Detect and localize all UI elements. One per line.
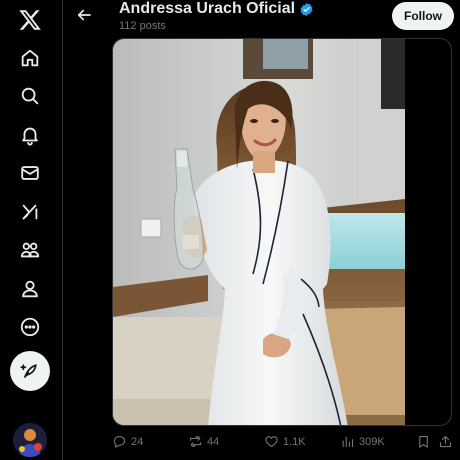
- heart-icon: [265, 436, 278, 448]
- search-icon[interactable]: [11, 77, 49, 115]
- reply-action[interactable]: 24: [112, 434, 143, 449]
- post-icon[interactable]: [10, 351, 50, 391]
- avatar[interactable]: [13, 423, 47, 457]
- share-icon: [439, 435, 452, 448]
- reply-icon: [113, 435, 126, 448]
- home-icon[interactable]: [11, 39, 49, 77]
- nav-divider: [62, 0, 63, 460]
- post-header: Andressa Urach Oficial 112 posts Follow: [63, 0, 460, 36]
- messages-icon[interactable]: [11, 154, 49, 192]
- verified-badge-icon: [300, 2, 313, 16]
- reply-count: 24: [131, 435, 144, 448]
- bookmark-icon: [419, 435, 428, 448]
- communities-icon[interactable]: [11, 231, 49, 269]
- bookmark-action[interactable]: [416, 434, 431, 449]
- more-icon[interactable]: [11, 308, 49, 346]
- profile-title-row: Andressa Urach Oficial: [119, 0, 314, 18]
- share-action[interactable]: [438, 434, 453, 449]
- views-action[interactable]: 309K: [340, 434, 385, 449]
- x-logo-icon[interactable]: [11, 1, 49, 39]
- post-count: 112 posts: [119, 20, 166, 32]
- like-action[interactable]: 1.1K: [264, 434, 306, 449]
- repost-count: 44: [207, 435, 220, 448]
- view-count: 309K: [359, 435, 385, 448]
- post-photo: [113, 39, 405, 425]
- repost-action[interactable]: 44: [188, 434, 219, 449]
- post-media[interactable]: [112, 38, 452, 426]
- notifications-icon[interactable]: [11, 116, 49, 154]
- follow-button[interactable]: Follow: [392, 2, 454, 30]
- left-nav: [0, 0, 60, 460]
- views-icon: [342, 436, 354, 448]
- back-arrow-icon[interactable]: [73, 4, 95, 26]
- like-count: 1.1K: [283, 435, 306, 448]
- profile-name: Andressa Urach Oficial: [119, 0, 296, 17]
- post-actions: 24 44 1.1K 309K: [112, 434, 452, 454]
- grok-icon[interactable]: [11, 193, 49, 231]
- profile-icon[interactable]: [11, 270, 49, 308]
- repost-icon: [189, 435, 202, 448]
